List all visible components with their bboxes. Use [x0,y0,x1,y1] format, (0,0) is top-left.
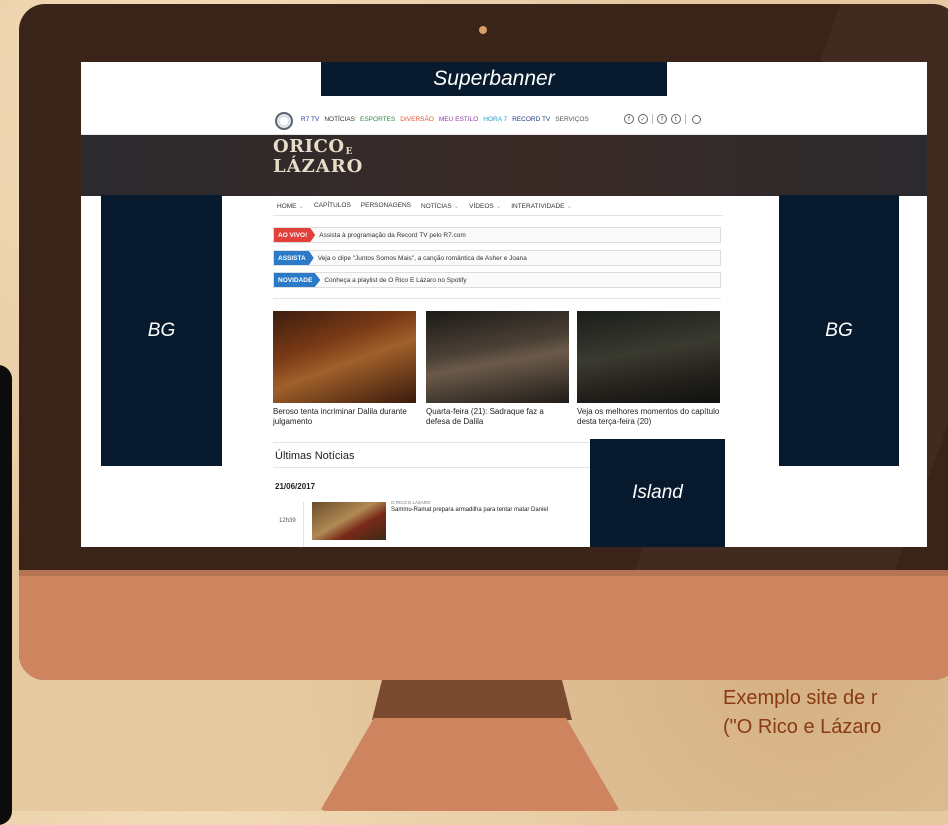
caption-line1: Exemplo site de r [723,687,878,709]
news-date: 21/06/2017 [275,482,316,491]
divider [273,298,721,299]
topnav-item[interactable]: SERVIÇOS [555,116,588,123]
monitor-stand-base [320,718,620,811]
monitor-chin-shade [19,570,948,576]
topnav-item[interactable]: NOTÍCIAS [324,116,355,123]
news-card[interactable]: Veja os melhores momentos do capítulo de… [577,311,720,426]
secnav-interatividade[interactable]: INTERATIVIDADE ⌄ [511,202,572,210]
divider [273,215,723,216]
island-ad[interactable]: Island [590,439,725,547]
card-caption[interactable]: Quarta-feira (21): Sadraque faz a defesa… [426,407,569,426]
topnav-item[interactable]: ESPORTES [360,116,395,123]
r7-logo-icon[interactable] [275,112,293,130]
check-icon[interactable]: ✓ [638,114,648,124]
chevron-down-icon: ⌄ [453,203,460,210]
secnav-label: HOME [277,203,297,210]
alert-tag: AO VIVO! [274,228,316,242]
news-headline[interactable]: Sammu-Ramat prepara armadilha para tenta… [391,507,548,513]
secnav-label: CAPÍTULOS [313,202,351,209]
background-ad-right[interactable]: BG [779,195,899,466]
card-caption[interactable]: Veja os melhores momentos do capítulo de… [577,407,720,426]
facebook-icon[interactable]: f [657,114,667,124]
monitor-chin [19,570,948,680]
topnav-item[interactable]: HORA 7 [483,116,507,123]
alert-text: Assista à programação da Record TV pelo … [319,231,466,239]
alert-live[interactable]: AO VIVO! Assista à programação da Record… [273,227,721,243]
secnav-label: INTERATIVIDADE [511,203,565,210]
show-header-band [81,134,927,196]
facebook-icon[interactable]: f [624,114,634,124]
divider [652,114,653,124]
topnav-item[interactable]: R7 TV [301,116,319,123]
divider [273,467,591,468]
news-kicker: O RICO E LÁZARO [391,500,431,505]
caption-line2: ("O Rico e Lázaro [723,716,882,738]
monitor-frame: R7 TV NOTÍCIAS ESPORTES DIVERSÃO MEU EST… [19,4,948,680]
secnav-label: VÍDEOS [469,203,494,210]
background-ad-left[interactable]: BG [101,195,222,466]
alert-text: Veja o clipe "Juntos Somos Mais", a canç… [317,254,527,262]
monitor-screen: R7 TV NOTÍCIAS ESPORTES DIVERSÃO MEU EST… [81,62,927,547]
slide-caption: Exemplo site de r ("O Rico e Lázaro [723,684,881,742]
secnav-home[interactable]: HOME ⌄ [277,202,304,210]
phone-device [0,365,12,825]
social-links: f ✓ f t [624,114,701,124]
alert-news[interactable]: NOVIDADE Conheça a playlist de O Rico E … [273,272,721,288]
news-time: 12h39 [279,518,296,524]
secnav-personagens[interactable]: PERSONAGENS [361,202,411,210]
show-logo-line1: ORICO [273,136,345,157]
timeline-line [303,502,304,547]
show-logo-line2: LÁZARO [273,156,364,177]
alert-text: Conheça a playlist de O Rico E Lázaro no… [324,276,467,284]
topnav-item[interactable]: DIVERSÃO [400,116,434,123]
topnav-item[interactable]: RECORD TV [512,116,550,123]
secnav-noticias[interactable]: NOTÍCIAS ⌄ [421,202,459,210]
chevron-down-icon: ⌄ [298,203,304,210]
monitor-stand-neck [372,680,572,720]
topnav-item[interactable]: MEU ESTILO [439,116,478,123]
search-icon[interactable] [692,114,701,124]
card-image[interactable] [577,311,720,403]
alert-tag: NOVIDADE [274,273,321,287]
divider [685,114,686,124]
secnav-capitulos[interactable]: CAPÍTULOS [314,202,351,210]
card-image[interactable] [273,311,416,403]
secnav-videos[interactable]: VÍDEOS ⌄ [469,202,501,210]
card-caption[interactable]: Beroso tenta incriminar Dalila durante j… [273,407,416,426]
chevron-down-icon: ⌄ [495,203,502,210]
alert-tag: ASSISTA [274,251,314,265]
secnav-label: PERSONAGENS [360,202,412,209]
section-navigation: HOME ⌄ CAPÍTULOS PERSONAGENS NOTÍCIAS ⌄ VÍ… [277,202,572,210]
secnav-label: NOTÍCIAS [421,203,452,210]
webcam-dot [479,26,487,34]
top-navigation: R7 TV NOTÍCIAS ESPORTES DIVERSÃO MEU EST… [301,116,589,123]
superbanner-ad[interactable]: Superbanner [321,62,667,96]
show-logo[interactable]: ORICOE LÁZARO [273,138,363,176]
latest-news-title: Últimas Notícias [275,450,355,462]
news-card[interactable]: Quarta-feira (21): Sadraque faz a defesa… [426,311,569,426]
news-card[interactable]: Beroso tenta incriminar Dalila durante j… [273,311,416,426]
news-thumbnail[interactable] [312,502,386,540]
twitter-icon[interactable]: t [671,114,681,124]
chevron-down-icon: ⌄ [566,203,572,210]
alert-watch[interactable]: ASSISTA Veja o clipe "Juntos Somos Mais"… [273,250,721,266]
card-image[interactable] [426,311,569,403]
